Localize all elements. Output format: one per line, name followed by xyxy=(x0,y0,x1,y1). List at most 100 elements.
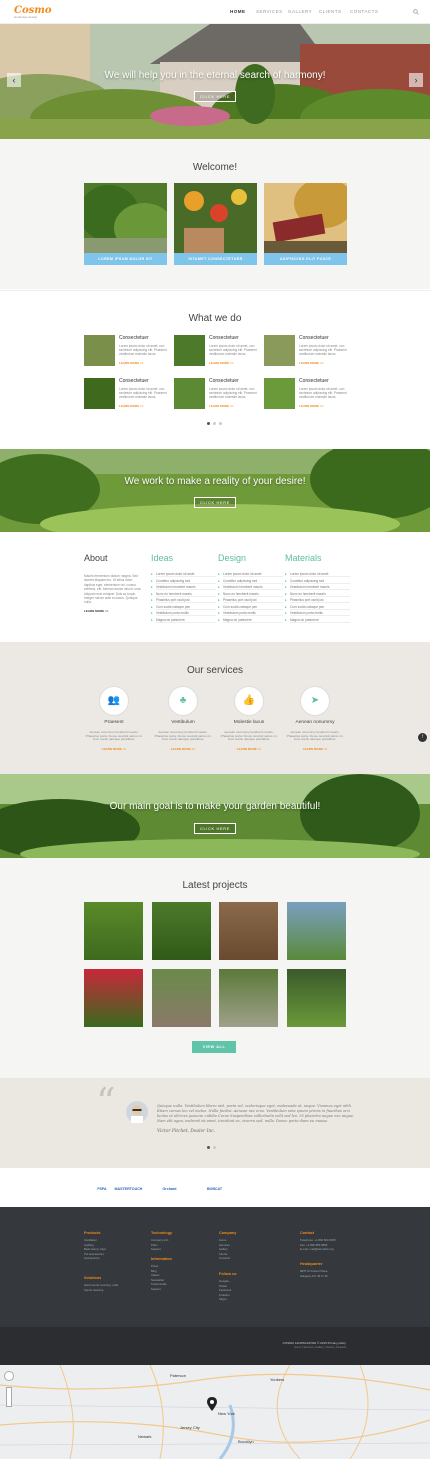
column-item[interactable]: Curabitur adipiscing sed xyxy=(223,578,283,584)
search-icon[interactable] xyxy=(413,9,419,15)
testimonial-dot-1[interactable] xyxy=(207,1146,210,1149)
column-item[interactable]: Vestibulum porta mollis xyxy=(223,610,283,616)
column-item[interactable]: Vestibulum porta mollis xyxy=(290,610,350,616)
column-item[interactable]: Lorem ipsum dolor sit amet xyxy=(156,571,216,577)
footer-link[interactable]: Facebook xyxy=(219,1288,231,1292)
footer-link[interactable]: Press xyxy=(151,1264,158,1268)
service-circle[interactable]: 👥 xyxy=(99,686,129,716)
project-thumbnail[interactable] xyxy=(287,969,346,1027)
footer-link[interactable]: Sports cleaning xyxy=(84,1288,103,1292)
column-item[interactable]: Cum sociis natoque pen xyxy=(223,604,283,610)
footer-link[interactable]: Beds &amp; trays xyxy=(84,1247,106,1251)
column-item[interactable]: Vestibulum porta mollis xyxy=(156,610,216,616)
testimonial-dot-2[interactable] xyxy=(213,1146,216,1149)
footer-link[interactable]: Glasgow, DC 45 Fr 45. xyxy=(300,1274,328,1278)
footer-link[interactable]: Support xyxy=(151,1247,161,1251)
map-pin-icon[interactable] xyxy=(207,1397,217,1411)
footer-link[interactable]: Fax: +1 800 889 9898 xyxy=(300,1243,327,1247)
partner-logo[interactable]: FSPA xyxy=(92,1184,112,1194)
nav-clients[interactable]: CLIENTS xyxy=(319,9,342,14)
footer-link[interactable]: Testimonials xyxy=(151,1282,166,1286)
column-item[interactable]: Nunc eu hendrerit mauris xyxy=(156,591,216,597)
slider-dot-1[interactable] xyxy=(207,422,210,425)
project-thumbnail[interactable] xyxy=(152,969,211,1027)
what-we-do-more-link[interactable]: LEARN MORE >> xyxy=(209,404,234,408)
map-pan-control-icon[interactable] xyxy=(4,1371,14,1381)
what-we-do-more-link[interactable]: LEARN MORE >> xyxy=(119,361,144,365)
footer-link[interactable]: Hand scenic sourcing, solar xyxy=(84,1283,118,1287)
banner-goal-button[interactable]: CLICK HERE xyxy=(194,823,236,834)
project-thumbnail[interactable] xyxy=(219,969,278,1027)
partner-logo[interactable] xyxy=(295,1184,315,1194)
column-item[interactable]: Nunc eu hendrerit mauris xyxy=(223,591,283,597)
column-item[interactable]: Magna do parturient xyxy=(223,617,283,623)
footer-link[interactable]: Support xyxy=(151,1287,161,1291)
service-circle[interactable]: ♣ xyxy=(168,686,198,716)
column-item[interactable]: Curabitur adipiscing sed xyxy=(290,578,350,584)
what-we-do-more-link[interactable]: LEARN MORE >> xyxy=(209,361,234,365)
bottom-links[interactable]: Home | Services | Gallery | Clients | Co… xyxy=(230,1346,346,1349)
partner-logo[interactable] xyxy=(137,1184,157,1194)
nav-contacts[interactable]: CONTACTS xyxy=(350,9,378,14)
footer-link[interactable]: Gallery xyxy=(219,1247,228,1251)
footer-link[interactable]: Twitter xyxy=(219,1284,227,1288)
footer-link[interactable]: Skype xyxy=(219,1297,227,1301)
column-item[interactable]: Cum sociis natoque pen xyxy=(290,604,350,610)
footer-link[interactable]: LinkedIn xyxy=(219,1293,230,1297)
footer-link[interactable]: Pot accessories xyxy=(84,1252,104,1256)
column-item[interactable]: Lorem ipsum dolor sit amet xyxy=(223,571,283,577)
footer-link[interactable]: Newsletter xyxy=(151,1278,164,1282)
partner-logo[interactable] xyxy=(250,1184,270,1194)
slider-dot-2[interactable] xyxy=(213,422,216,425)
service-circle[interactable]: 👍 xyxy=(234,686,264,716)
map-zoom-control-icon[interactable] xyxy=(6,1387,12,1407)
column-item[interactable]: Phasellus port oscit just xyxy=(156,597,216,603)
column-item[interactable]: Vestibulum hendrerit mauris xyxy=(156,584,216,590)
prev-arrow-icon[interactable]: ‹ xyxy=(7,73,21,87)
project-thumbnail[interactable] xyxy=(84,902,143,960)
service-more-link[interactable]: LEARN MORE >> xyxy=(285,747,345,751)
footer-link[interactable]: Google+ xyxy=(219,1279,230,1283)
footer-link[interactable]: Hydroponics xyxy=(84,1256,100,1260)
welcome-button-2[interactable]: SITAMET CONSECTETUER xyxy=(174,253,257,265)
slider-dot-3[interactable] xyxy=(219,422,222,425)
footer-link[interactable]: Clients xyxy=(219,1252,228,1256)
footer-link[interactable]: Contacts xyxy=(219,1256,230,1260)
project-thumbnail[interactable] xyxy=(84,969,143,1027)
nav-gallery[interactable]: GALLERY xyxy=(288,9,312,14)
what-we-do-more-link[interactable]: LEARN MORE >> xyxy=(119,404,144,408)
service-more-link[interactable]: LEARN MORE >> xyxy=(219,747,279,751)
column-item[interactable]: Lorem ipsum dolor sit amet xyxy=(290,571,350,577)
partner-logo[interactable]: MASTERTOUCH xyxy=(115,1184,143,1194)
nav-services[interactable]: SERVICES xyxy=(256,9,283,14)
partner-logo[interactable] xyxy=(182,1184,202,1194)
what-we-do-more-link[interactable]: LEARN MORE >> xyxy=(299,404,324,408)
column-item[interactable]: Magna do parturient xyxy=(290,617,350,623)
footer-link[interactable]: Ventilation xyxy=(84,1238,97,1242)
column-item[interactable]: Vestibulum hendrerit mauris xyxy=(290,584,350,590)
partner-logo[interactable] xyxy=(272,1184,292,1194)
about-more-link[interactable]: LEARN MORE >> xyxy=(84,609,109,613)
footer-link[interactable]: E-mail: mail@demolink.org xyxy=(300,1247,333,1251)
service-more-link[interactable]: LEARN MORE >> xyxy=(153,747,213,751)
footer-link[interactable]: Telephone: +1 800 603 6035 xyxy=(300,1238,336,1242)
footer-link[interactable]: Videos xyxy=(151,1273,160,1277)
column-item[interactable]: Phasellus port oscit just xyxy=(223,597,283,603)
column-item[interactable]: Cum sociis natoque pen xyxy=(156,604,216,610)
footer-link[interactable]: Lighting xyxy=(84,1243,94,1247)
map[interactable]: New York Newark Paterson Yonkers Brookly… xyxy=(0,1365,430,1459)
footer-link[interactable]: Parts xyxy=(151,1243,158,1247)
next-arrow-icon[interactable]: › xyxy=(409,73,423,87)
partner-logo[interactable] xyxy=(317,1184,337,1194)
partner-logo[interactable]: BOBCAT xyxy=(205,1184,225,1194)
welcome-button-3[interactable]: ADIPISCING ELIT FUSCE xyxy=(264,253,347,265)
column-item[interactable]: Phasellus port oscit just xyxy=(290,597,350,603)
footer-link[interactable]: 9870 St Vincent Place, xyxy=(300,1269,328,1273)
column-item[interactable]: Magna do parturient xyxy=(156,617,216,623)
column-item[interactable]: Nunc eu hendrerit mauris xyxy=(290,591,350,597)
partner-logo[interactable] xyxy=(227,1184,247,1194)
hero-button[interactable]: CLICK HERE xyxy=(194,91,236,102)
back-to-top-icon[interactable]: ↑ xyxy=(418,733,427,742)
footer-link[interactable]: Home xyxy=(219,1238,226,1242)
footer-link[interactable]: Company info xyxy=(151,1238,168,1242)
